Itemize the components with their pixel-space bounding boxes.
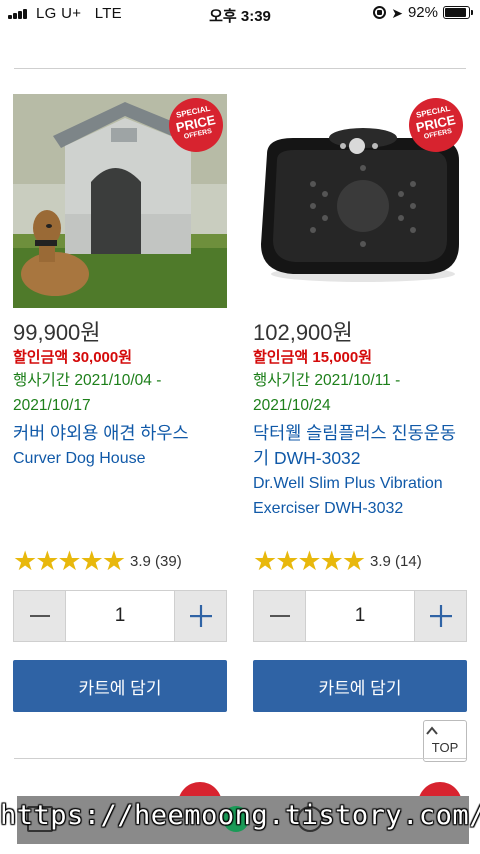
watermark-text: https://heemoong.tistory.com/ (0, 800, 480, 831)
rating-score: 3.9 (14) (370, 552, 422, 570)
product-name-korean-link[interactable]: 닥터웰 슬림플러스 진동운동기 DWH-3032 (253, 421, 467, 471)
section-divider (14, 758, 466, 759)
product-name-english-link[interactable]: Dr.Well Slim Plus Vibration Exerciser DW… (253, 471, 467, 521)
product-rating: ★★★★★ 3.9 (39) (13, 546, 182, 576)
decrease-quantity-button[interactable] (14, 591, 65, 641)
product-card: SPECIAL PRICE OFFERS 102,900원 할인금액 15,00… (253, 94, 467, 712)
event-period: 행사기간 2021/10/11 - 2021/10/24 (253, 372, 401, 414)
scroll-to-top-button[interactable]: TOP (423, 720, 467, 762)
minus-icon (269, 615, 290, 617)
battery-fill (445, 8, 467, 17)
vibration-exerciser-image[interactable]: SPECIAL PRICE OFFERS (253, 94, 467, 308)
quantity-input[interactable]: 1 (305, 591, 415, 641)
section-divider (14, 68, 466, 69)
quantity-stepper: 1 (253, 590, 467, 642)
event-period: 행사기간 2021/10/04 - 2021/10/17 (13, 372, 162, 414)
quantity-stepper: 1 (13, 590, 227, 642)
top-button-label: TOP (431, 740, 459, 755)
location-arrow-icon: ➤ (391, 4, 403, 21)
increase-quantity-button[interactable] (415, 591, 466, 641)
product-name-korean-link[interactable]: 커버 야외용 애견 하우스 (13, 421, 227, 446)
status-indicators: ➤ 92% (373, 4, 473, 21)
quantity-input[interactable]: 1 (65, 591, 175, 641)
plus-icon (189, 605, 212, 627)
product-card: SPECIAL PRICE OFFERS 99,900원 할인금액 30,000… (13, 94, 227, 712)
battery-percent: 92% (407, 4, 438, 21)
chevron-up-icon (426, 726, 438, 735)
dog-house-image[interactable]: SPECIAL PRICE OFFERS (13, 94, 227, 308)
plus-icon (429, 605, 452, 627)
rating-score: 3.9 (39) (130, 552, 182, 570)
discount-amount: 할인금액 15,000원 (253, 349, 373, 366)
status-bar: LG U+ LTE 오후 3:39 ➤ 92% (0, 0, 480, 28)
add-to-cart-button[interactable]: 카트에 담기 (253, 660, 467, 712)
add-to-cart-button[interactable]: 카트에 담기 (13, 660, 227, 712)
product-price: 99,900원 (13, 320, 101, 345)
increase-quantity-button[interactable] (175, 591, 226, 641)
orientation-lock-icon (373, 6, 387, 19)
star-rating-icon: ★★★★★ (13, 546, 126, 576)
decrease-quantity-button[interactable] (254, 591, 305, 641)
minus-icon (29, 615, 50, 617)
product-name-english-link[interactable]: Curver Dog House (13, 446, 227, 471)
battery-icon (443, 6, 473, 19)
product-price: 102,900원 (253, 320, 353, 345)
discount-amount: 할인금액 30,000원 (13, 349, 133, 366)
product-rating: ★★★★★ 3.9 (14) (253, 546, 422, 576)
star-rating-icon: ★★★★★ (253, 546, 366, 576)
